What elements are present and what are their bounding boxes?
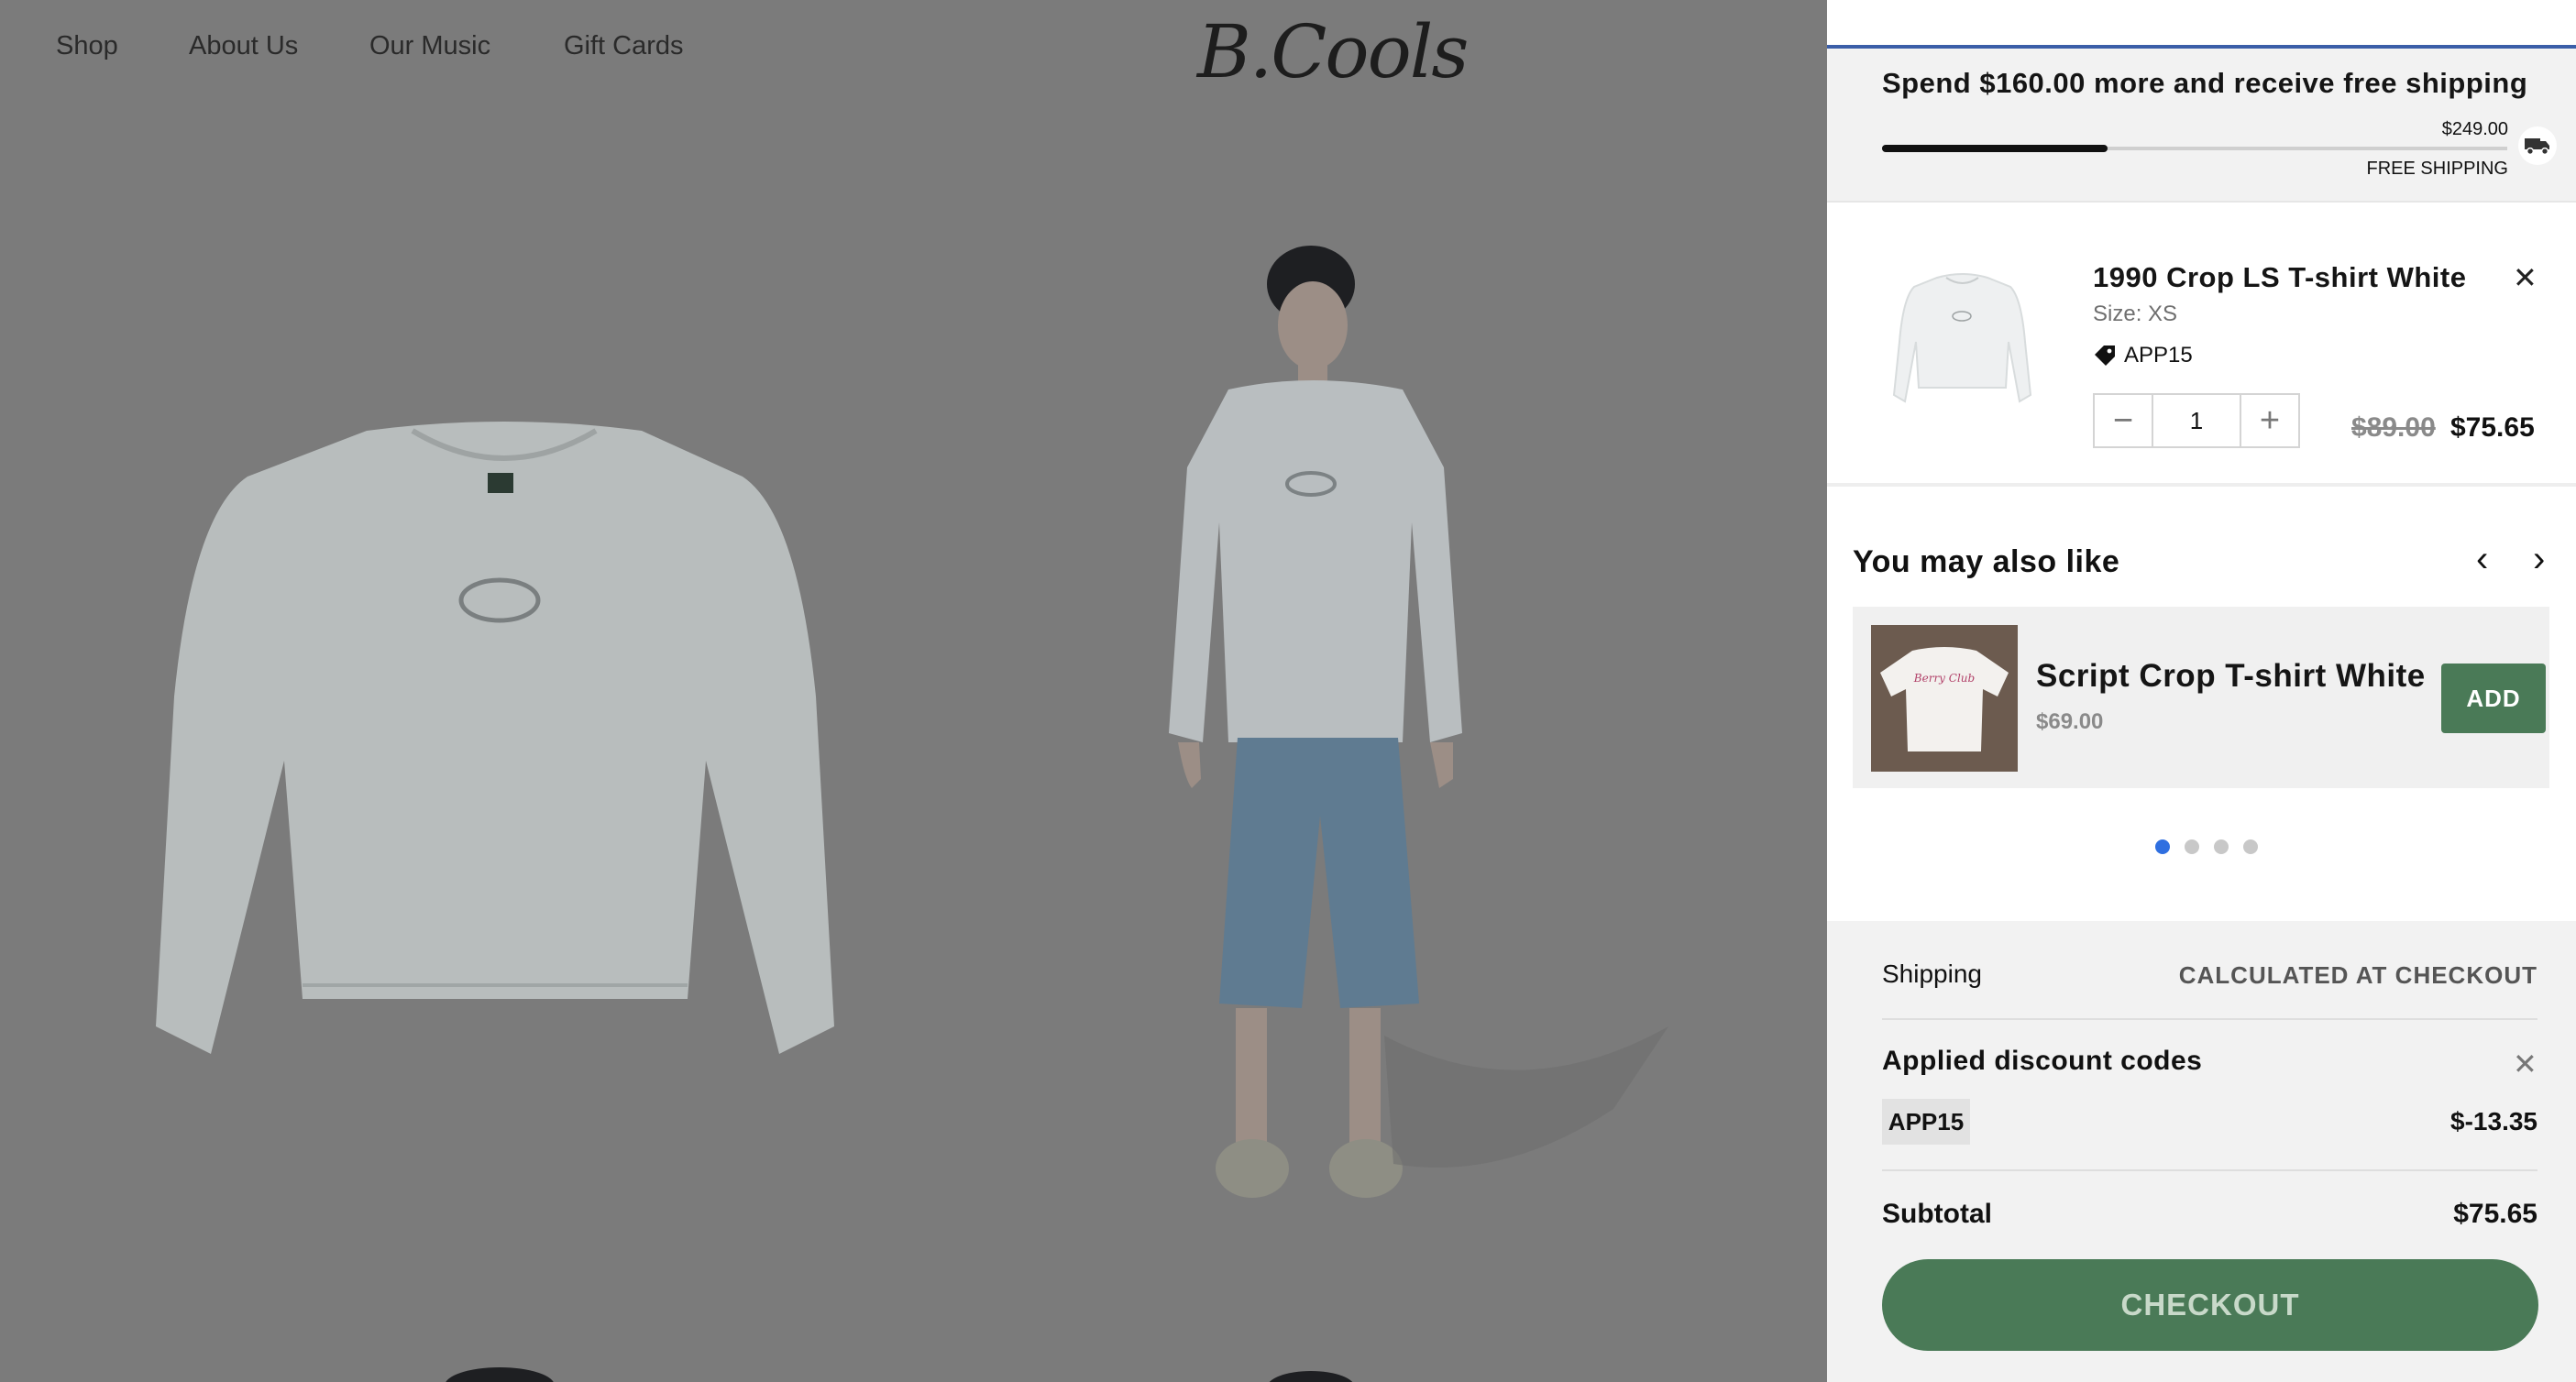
shipping-label: Shipping (1882, 960, 1982, 988)
cart-item-discounted-price: $75.65 (2450, 412, 2535, 443)
remove-item-close-icon[interactable]: ✕ (2513, 263, 2537, 292)
carousel-dots (2155, 839, 2258, 854)
cart-item-size: Size: XS (2093, 302, 2178, 326)
add-to-cart-button[interactable]: ADD (2441, 664, 2546, 733)
quantity-decrease-button[interactable]: − (2095, 395, 2152, 446)
carousel-next-icon[interactable]: › (2533, 541, 2545, 577)
quantity-value[interactable]: 1 (2152, 395, 2241, 446)
subtotal-value: $75.65 (2453, 1199, 2537, 1229)
recommendation-thumbnail[interactable]: Berry Club (1871, 625, 2018, 772)
carousel-dot[interactable] (2214, 839, 2229, 854)
nav-about-us[interactable]: About Us (189, 31, 298, 61)
cart-drawer: Spend $160.00 more and receive free ship… (1827, 0, 2576, 1382)
cart-line-item: 1990 Crop LS T-shirt White Size: XS APP1… (1827, 203, 2576, 487)
product-image-partial-2 (1269, 1371, 1353, 1382)
product-image-model (1169, 246, 1668, 1198)
carousel-dot[interactable] (2155, 839, 2170, 854)
summary-divider (1882, 1018, 2537, 1020)
shipping-progress-track (1882, 145, 2507, 152)
product-image-flat (156, 422, 834, 1054)
recommendation-name[interactable]: Script Crop T-shirt White (2036, 658, 2426, 695)
carousel-dot[interactable] (2243, 839, 2258, 854)
shipping-value: CALCULATED AT CHECKOUT (2178, 961, 2537, 989)
nav-our-music[interactable]: Our Music (369, 31, 490, 61)
cart-item-discount: APP15 (2093, 343, 2193, 368)
recommendations-title: You may also like (1853, 544, 2120, 579)
truck-icon (2518, 126, 2557, 165)
brand-logo[interactable]: B.Cools (1197, 9, 1469, 94)
tag-icon (2095, 346, 2115, 366)
free-shipping-label: FREE SHIPPING (2366, 159, 2508, 179)
free-shipping-message: Spend $160.00 more and receive free ship… (1882, 67, 2528, 99)
quantity-stepper: − 1 + (2093, 393, 2300, 448)
discount-code-chip: APP15 (1882, 1099, 1970, 1145)
nav-gift-cards[interactable]: Gift Cards (564, 31, 684, 61)
recommendation-price: $69.00 (2036, 709, 2104, 734)
discount-amount: $-13.35 (2450, 1107, 2537, 1135)
storefront-page: Shop About Us Our Music Gift Cards B.Coo… (0, 0, 1826, 1382)
checkout-button[interactable]: CHECKOUT (1882, 1259, 2538, 1351)
subtotal-label: Subtotal (1882, 1199, 1992, 1229)
cart-item-title[interactable]: 1990 Crop LS T-shirt White (2093, 261, 2466, 294)
recommendation-card: Berry Club Script Crop T-shirt White $69… (1853, 607, 2549, 788)
cart-item-discount-code: APP15 (2124, 343, 2193, 367)
cart-item-thumbnail[interactable] (1882, 250, 2042, 411)
carousel-prev-icon[interactable]: ‹ (2476, 541, 2488, 577)
free-shipping-threshold: $249.00 (2441, 119, 2508, 139)
summary-divider (1882, 1169, 2537, 1171)
svg-text:Berry Club: Berry Club (1913, 672, 1975, 685)
top-nav: Shop About Us Our Music Gift Cards B.Coo… (0, 0, 1826, 101)
cart-item-original-price: $89.00 (2351, 412, 2436, 443)
quantity-increase-button[interactable]: + (2241, 395, 2298, 446)
cart-summary: Shipping CALCULATED AT CHECKOUT Applied … (1827, 921, 2576, 1382)
nav-shop[interactable]: Shop (56, 31, 118, 61)
carousel-dot[interactable] (2185, 839, 2199, 854)
shipping-progress-fill (1882, 145, 2108, 152)
discounts-label: Applied discount codes (1882, 1046, 2203, 1076)
free-shipping-banner: Spend $160.00 more and receive free ship… (1827, 49, 2576, 203)
remove-discount-close-icon[interactable]: ✕ (2513, 1049, 2537, 1079)
product-image-partial-1 (446, 1367, 554, 1382)
